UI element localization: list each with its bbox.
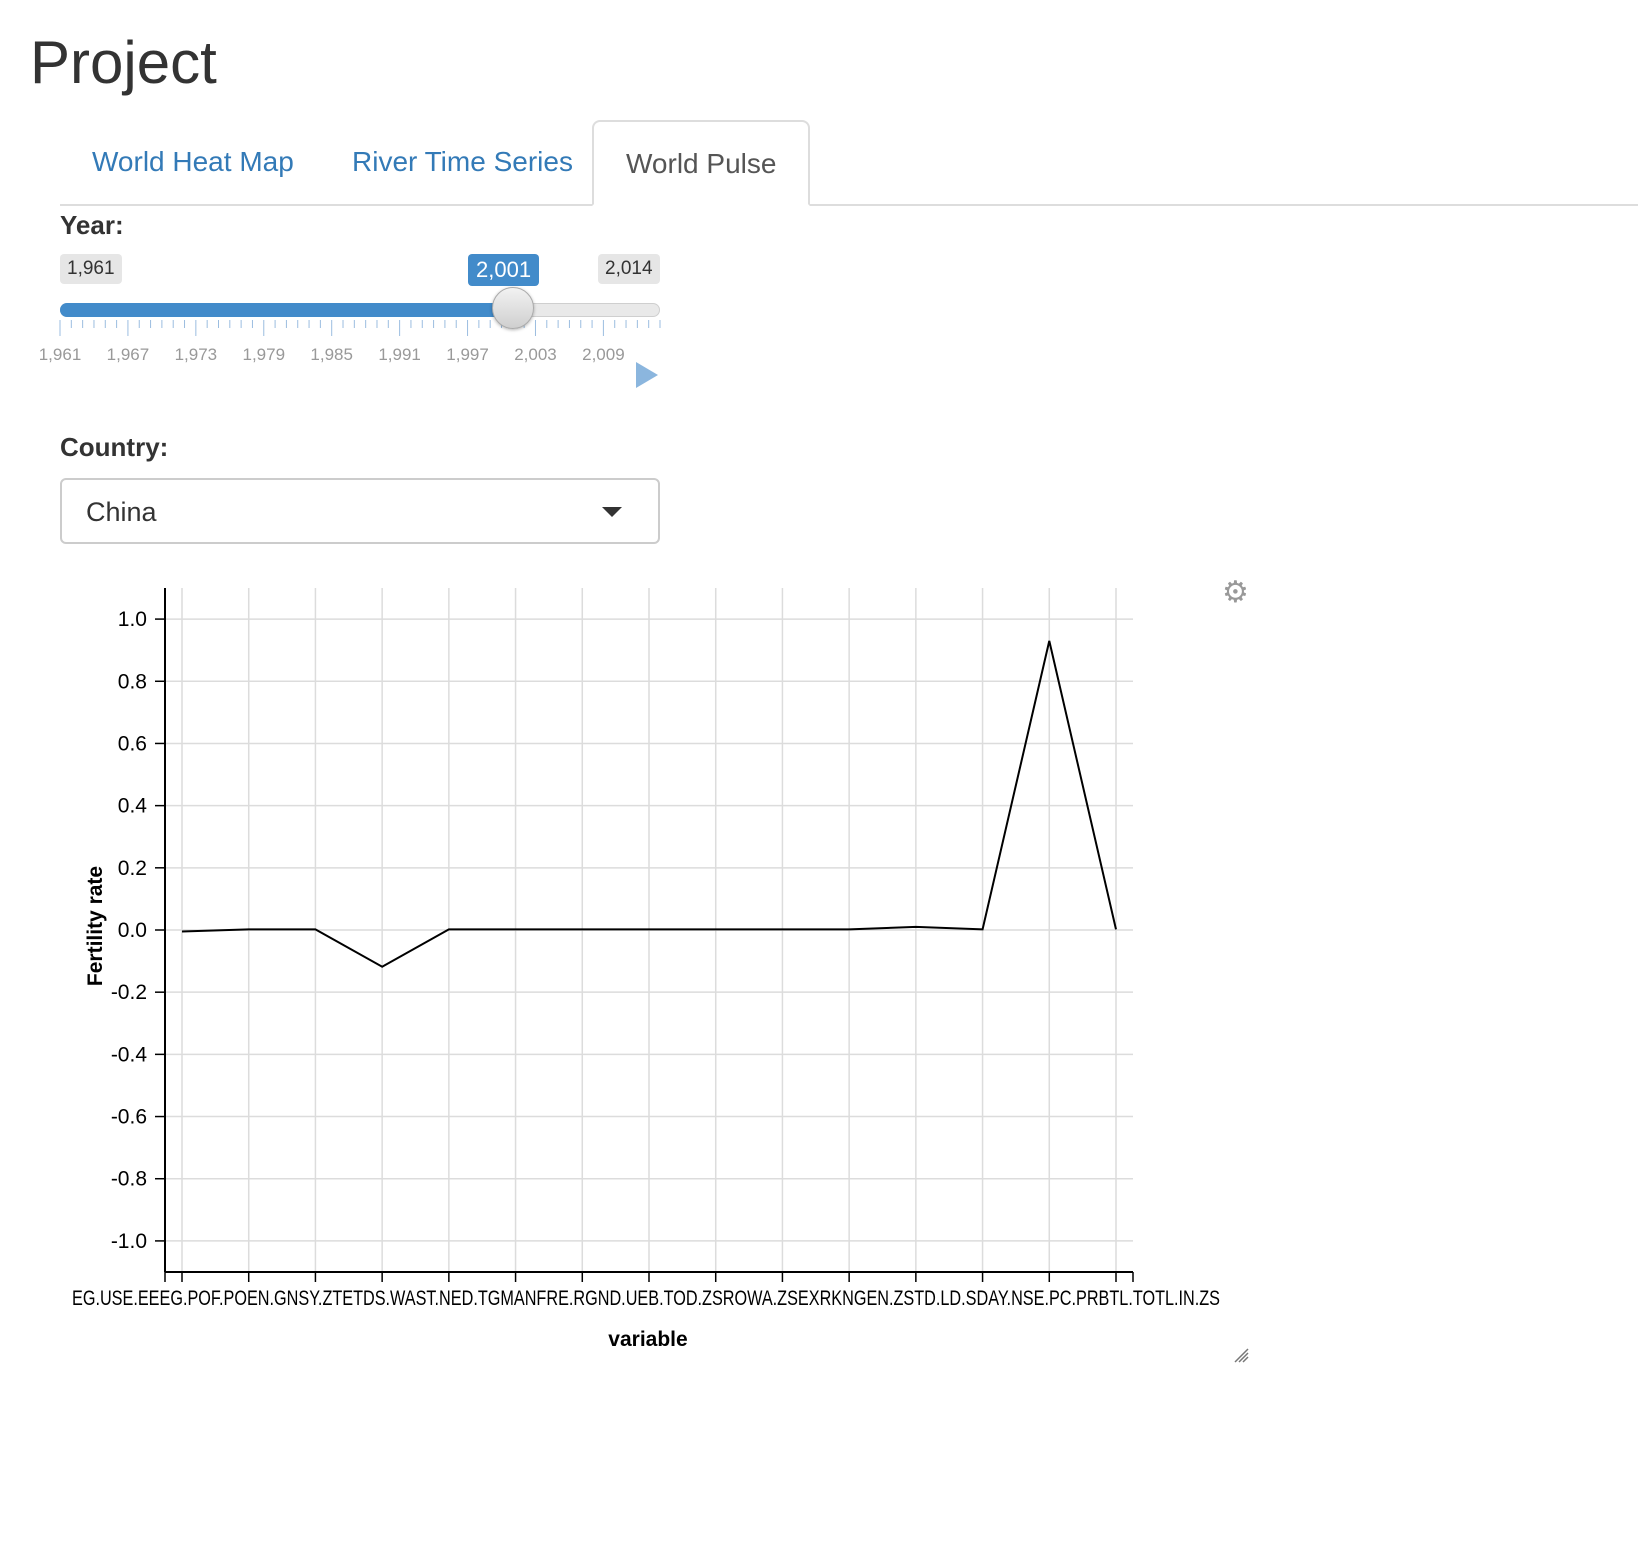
y-tick-label: -1.0 <box>111 1230 147 1253</box>
y-tick-label: 1.0 <box>118 608 147 631</box>
slider-tick-label: 1,961 <box>38 345 82 364</box>
slider-tick-label: 1,997 <box>446 345 489 364</box>
y-tick-label: 0.6 <box>118 732 147 755</box>
y-tick-label: 0.8 <box>118 670 147 693</box>
slider-tick-label: 1,967 <box>106 345 150 364</box>
year-slider-handle[interactable] <box>491 287 534 329</box>
gear-icon[interactable]: ⚙ <box>1222 578 1249 608</box>
slider-tick-label: 1,973 <box>174 345 218 364</box>
slider-tick-label: 1,985 <box>310 345 353 364</box>
slider-tick-label: 1,979 <box>242 345 286 364</box>
country-select[interactable]: China <box>60 478 660 544</box>
y-tick-label: -0.8 <box>111 1168 147 1191</box>
country-select-value: China <box>86 497 157 527</box>
slider-tick-label: 2,009 <box>582 345 625 364</box>
slider-tick-label: 1,991 <box>378 345 421 364</box>
y-tick-label: -0.4 <box>111 1043 148 1066</box>
resize-handle-icon[interactable] <box>1232 1346 1250 1364</box>
y-tick-label: -0.6 <box>111 1106 147 1129</box>
y-axis-title: Fertility rate <box>84 866 107 986</box>
x-axis-title: variable <box>608 1328 687 1351</box>
play-icon[interactable] <box>636 362 658 388</box>
caret-down-icon <box>602 507 622 517</box>
y-tick-label: 0.2 <box>118 857 147 880</box>
y-tick-label: 0.0 <box>118 919 147 942</box>
x-axis-tick-labels: EG.USE.EEEG.POF.POEN.GNSY.ZTETDS.WAST.NE… <box>72 1287 1220 1310</box>
y-tick-label: 0.4 <box>118 795 148 818</box>
fertility-series-line <box>181 640 1117 968</box>
y-tick-label: -0.2 <box>111 981 147 1004</box>
slider-tick-label: 2,003 <box>514 345 557 364</box>
year-slider-ticks <box>59 320 661 336</box>
country-label: Country: <box>60 432 169 462</box>
